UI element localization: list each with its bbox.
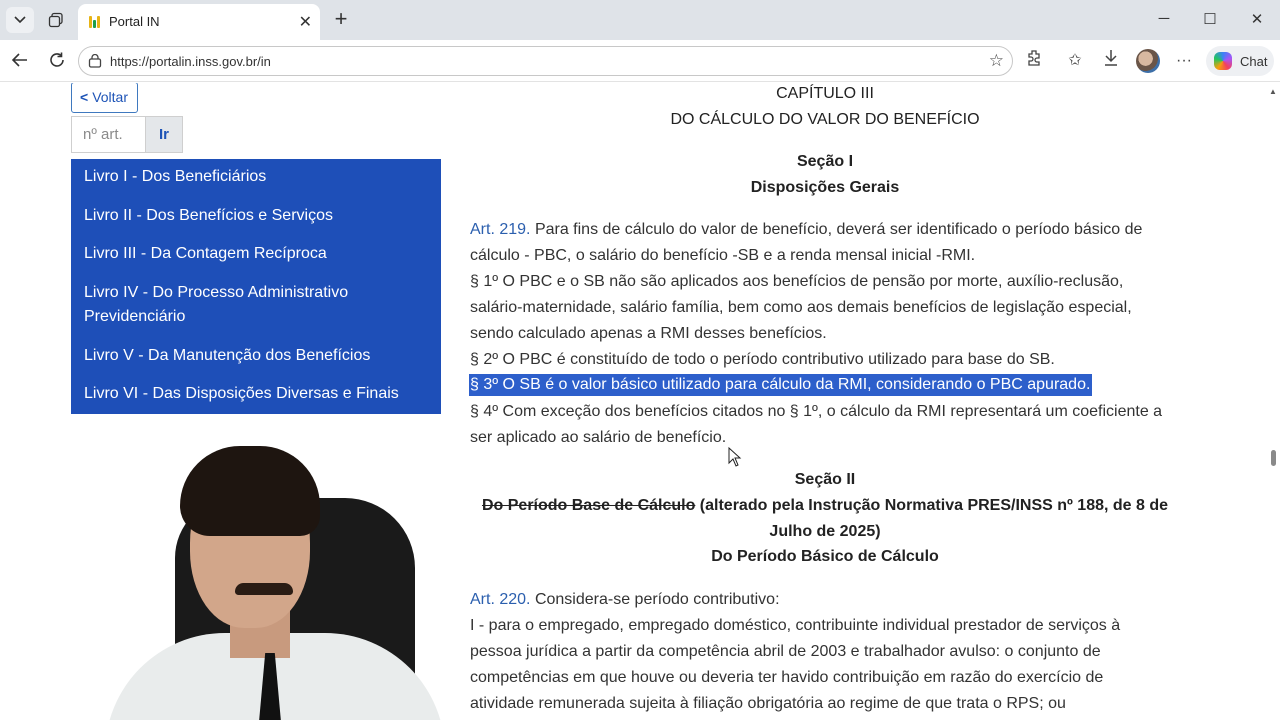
menu-item-livro-4-line2: Previdenciário — [84, 308, 186, 325]
close-window-icon[interactable]: ✕ — [1247, 10, 1267, 28]
art-219-para-4-line-1: § 4º Com exceção dos benefícios citados … — [470, 403, 1163, 420]
presenter-mustache — [235, 583, 293, 595]
art-219-text-1: Para fins de cálculo do valor de benefíc… — [534, 221, 1143, 238]
close-tab-icon[interactable]: ✕ — [299, 12, 312, 32]
art-219-para-1-line-1: § 1º O PBC e o SB não são aplicados aos … — [470, 273, 1124, 290]
mouse-pointer-icon — [728, 447, 742, 467]
chevron-left-icon: < — [80, 89, 89, 105]
menu-item-livro-6[interactable]: Livro VI - Das Disposições Diversas e Fi… — [84, 382, 399, 406]
more-menu-icon[interactable]: ··· — [1172, 49, 1196, 73]
tab-title: Portal IN — [109, 14, 160, 29]
menu-item-livro-1[interactable]: Livro I - Dos Beneficiários — [84, 165, 266, 189]
minimize-icon[interactable]: ─ — [1154, 10, 1174, 27]
page-scrollbar[interactable]: ▲ — [1266, 83, 1280, 720]
section-2-struck-title: Do Período Base de Cálculo — [481, 497, 696, 514]
reload-icon[interactable] — [46, 51, 68, 74]
book-menu: Livro I - Dos Beneficiários Livro II - D… — [71, 159, 441, 414]
section-2-amendment-note-2: Julho de 2025) — [769, 523, 881, 540]
art-219-para-1-line-2: salário-maternidade, salário família, be… — [470, 299, 1132, 316]
art-219-para-1-line-3: sendo calculado apenas a RMI desses bene… — [470, 325, 827, 342]
copilot-icon — [1214, 52, 1232, 70]
maximize-icon[interactable]: ☐ — [1200, 10, 1220, 28]
menu-item-livro-2[interactable]: Livro II - Dos Benefícios e Serviços — [84, 204, 333, 228]
article-number-input[interactable] — [72, 117, 145, 152]
section-1-title: Disposições Gerais — [750, 179, 900, 196]
menu-item-livro-4[interactable]: Livro IV - Do Processo Administrativo Pr… — [84, 281, 348, 329]
art-220-item-1-line-3: competências em que houve ou deveria ter… — [470, 669, 1104, 686]
browser-tab[interactable]: Portal IN ✕ — [78, 4, 320, 40]
url-field[interactable]: https://portalin.inss.gov.br/in ☆ — [78, 46, 1013, 76]
favorite-star-icon[interactable]: ☆ — [989, 51, 1004, 71]
url-text: https://portalin.inss.gov.br/in — [110, 54, 271, 69]
portal-favicon-icon — [88, 14, 100, 28]
section-1-heading: Seção I — [796, 153, 854, 170]
site-info-icon[interactable] — [88, 54, 102, 68]
art-220-link[interactable]: Art. 220. — [470, 591, 530, 608]
extensions-icon[interactable] — [1022, 49, 1046, 73]
chapter-heading: CAPÍTULO III — [776, 85, 874, 102]
presenter-hair — [180, 446, 320, 536]
menu-item-livro-5[interactable]: Livro V - Da Manutenção dos Benefícios — [84, 344, 370, 368]
art-220-line-1: Art. 220. Considera-se período contribut… — [470, 591, 780, 609]
menu-item-livro-4-line1: Livro IV - Do Processo Administrativo — [84, 284, 349, 301]
favorites-icon[interactable]: ✩ — [1063, 49, 1087, 73]
section-2-amendment-note: (alterado pela Instrução Normativa PRES/… — [695, 497, 1169, 514]
art-220-item-1-line-4: atividade remunerada sujeita à filiação … — [470, 695, 1066, 712]
section-2-old-title: Do Período Base de Cálculo (alterado pel… — [470, 497, 1180, 515]
art-219-para-2: § 2º O PBC é constituído de todo o perío… — [470, 351, 1055, 368]
art-219-line-2: cálculo - PBC, o salário do benefício -S… — [470, 247, 976, 264]
tab-actions-chevron-icon[interactable] — [6, 7, 34, 33]
art-219-para-4-line-2: ser aplicado ao salário de benefício. — [470, 429, 727, 446]
tab-strip: Portal IN ✕ + ─ ☐ ✕ — [0, 0, 1280, 40]
profile-avatar[interactable] — [1136, 49, 1160, 73]
art-219-link[interactable]: Art. 219. — [470, 221, 530, 238]
section-2-title: Do Período Básico de Cálculo — [711, 548, 939, 565]
collections-icon[interactable] — [42, 7, 70, 33]
section-2-heading: Seção II — [794, 471, 856, 488]
art-220-item-1-line-2: pessoa jurídica a partir da competência … — [470, 643, 1101, 660]
selected-text: § 3º O SB é o valor básico utilizado par… — [469, 374, 1093, 396]
new-tab-plus-icon[interactable]: + — [328, 6, 354, 34]
menu-item-livro-3[interactable]: Livro III - Da Contagem Recíproca — [84, 242, 327, 266]
scroll-thumb[interactable] — [1271, 450, 1276, 466]
chapter-title: DO CÁLCULO DO VALOR DO BENEFÍCIO — [670, 111, 980, 128]
page-viewport: <Voltar Ir Livro I - Dos Beneficiários L… — [0, 83, 1280, 720]
scroll-up-icon[interactable]: ▲ — [1269, 87, 1277, 96]
art-220-item-1-line-1: I - para o empregado, empregado doméstic… — [470, 617, 1121, 634]
chat-label: Chat — [1240, 54, 1268, 69]
art-220-text-1: Considera-se período contributivo: — [534, 591, 780, 608]
webcam-overlay — [95, 438, 455, 720]
back-label: Voltar — [92, 89, 128, 105]
art-219-line-1: Art. 219. Para fins de cálculo do valor … — [470, 221, 1142, 239]
address-bar-row: https://portalin.inss.gov.br/in ☆ ✩ ··· … — [0, 40, 1280, 82]
back-button[interactable]: < Voltar — [71, 83, 138, 113]
article-number-field[interactable] — [71, 116, 146, 153]
copilot-chat-button[interactable]: Chat — [1206, 46, 1274, 76]
back-arrow-icon[interactable] — [9, 51, 31, 74]
go-button[interactable]: Ir — [146, 116, 183, 153]
downloads-icon[interactable] — [1099, 49, 1123, 73]
art-219-para-3-selected: § 3º O SB é o valor básico utilizado par… — [469, 374, 1093, 396]
